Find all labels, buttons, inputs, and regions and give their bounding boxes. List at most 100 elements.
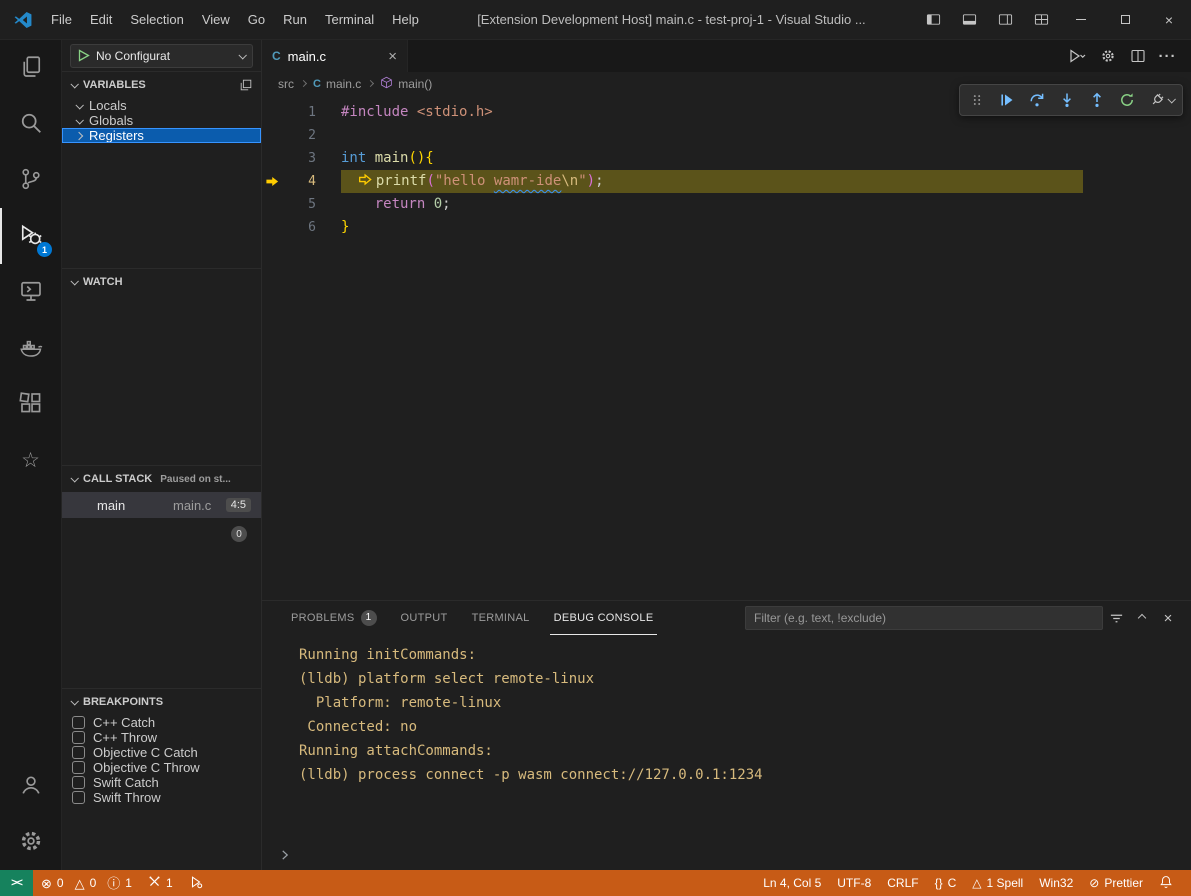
breakpoint-checkbox[interactable] bbox=[72, 731, 85, 744]
toggle-secondary-sidebar-icon[interactable] bbox=[987, 0, 1023, 39]
tab-close-icon[interactable]: × bbox=[388, 49, 397, 64]
cursor-position[interactable]: Ln 4, Col 5 bbox=[755, 870, 829, 896]
toolbar-drag-handle[interactable] bbox=[962, 86, 992, 114]
pause-status: Paused on st... bbox=[160, 474, 231, 485]
maximize-panel-icon[interactable] bbox=[1129, 605, 1155, 631]
variables-header[interactable]: VARIABLES bbox=[62, 72, 261, 98]
breakpoint-checkbox[interactable] bbox=[72, 746, 85, 759]
breakpoint-item[interactable]: C++ Throw bbox=[62, 730, 261, 745]
menu-terminal[interactable]: Terminal bbox=[316, 0, 383, 39]
formatter-status[interactable]: ⊘ Prettier bbox=[1081, 870, 1151, 896]
variables-group-globals[interactable]: Globals bbox=[62, 113, 261, 128]
start-debug-icon[interactable] bbox=[78, 49, 90, 62]
menu-run[interactable]: Run bbox=[274, 0, 316, 39]
step-into-button[interactable] bbox=[1052, 86, 1082, 114]
step-out-button[interactable] bbox=[1082, 86, 1112, 114]
circle-slash-icon: ⊘ bbox=[1089, 877, 1099, 889]
close-button[interactable]: × bbox=[1147, 0, 1191, 39]
toggle-sidebar-icon[interactable] bbox=[915, 0, 951, 39]
variables-group-registers[interactable]: Registers bbox=[62, 128, 261, 143]
settings-button[interactable] bbox=[0, 814, 61, 870]
debug-settings-gear-icon[interactable] bbox=[1094, 40, 1121, 72]
step-over-button[interactable] bbox=[1022, 86, 1052, 114]
panel-tab-problems[interactable]: PROBLEMS1 bbox=[287, 601, 381, 635]
restart-button[interactable] bbox=[1112, 86, 1142, 114]
maximize-button[interactable] bbox=[1103, 0, 1147, 39]
menu-help[interactable]: Help bbox=[383, 0, 428, 39]
breakpoint-item[interactable]: Swift Catch bbox=[62, 775, 261, 790]
call-stack-frame[interactable]: main main.c 4:5 bbox=[62, 492, 261, 518]
platform-indicator[interactable]: Win32 bbox=[1031, 870, 1081, 896]
menu-bar: FileEditSelectionViewGoRunTerminalHelp bbox=[42, 0, 428, 39]
debug-console-output[interactable]: Running initCommands:(lldb) platform sel… bbox=[262, 635, 1191, 842]
panel-tab-label: PROBLEMS bbox=[291, 612, 355, 624]
watch-header[interactable]: WATCH bbox=[62, 269, 261, 295]
breakpoint-item[interactable]: Objective C Catch bbox=[62, 745, 261, 760]
menu-view[interactable]: View bbox=[193, 0, 239, 39]
sidebar-item-remote-explorer[interactable] bbox=[0, 264, 61, 320]
sidebar-item-star[interactable]: ☆ bbox=[0, 432, 61, 488]
notifications-bell[interactable] bbox=[1151, 870, 1181, 896]
breakpoint-item[interactable]: Swift Throw bbox=[62, 790, 261, 805]
breadcrumb-symbol[interactable]: main() bbox=[398, 77, 432, 91]
menu-selection[interactable]: Selection bbox=[121, 0, 192, 39]
sidebar-item-search[interactable] bbox=[0, 96, 61, 152]
console-filter-input[interactable] bbox=[745, 606, 1103, 630]
sidebar-item-extensions[interactable] bbox=[0, 376, 61, 432]
split-editor-icon[interactable] bbox=[1124, 40, 1151, 72]
panel-tab-terminal[interactable]: TERMINAL bbox=[468, 601, 534, 635]
breadcrumb-folder[interactable]: src bbox=[278, 77, 294, 91]
breakpoint-item[interactable]: Objective C Throw bbox=[62, 760, 261, 775]
minimize-button[interactable] bbox=[1059, 0, 1103, 39]
spell-checker-status[interactable]: △ 1 Spell bbox=[964, 870, 1031, 896]
sidebar-item-docker[interactable] bbox=[0, 320, 61, 376]
filter-icon[interactable] bbox=[1103, 605, 1129, 631]
encoding-indicator[interactable]: UTF-8 bbox=[829, 870, 879, 896]
panel-tab-debug-console[interactable]: DEBUG CONSOLE bbox=[550, 601, 658, 635]
tab-main-c[interactable]: C main.c × bbox=[262, 40, 408, 72]
remote-explorer-icon bbox=[19, 279, 43, 306]
open-panel-icon[interactable] bbox=[239, 78, 253, 92]
menu-edit[interactable]: Edit bbox=[81, 0, 121, 39]
breadcrumb-file[interactable]: main.c bbox=[326, 77, 361, 91]
language-indicator[interactable]: {} C bbox=[927, 870, 965, 896]
toggle-panel-icon[interactable] bbox=[951, 0, 987, 39]
menu-file[interactable]: File bbox=[42, 0, 81, 39]
remote-indicator[interactable]: >< bbox=[0, 870, 33, 896]
console-line: Connected: no bbox=[299, 715, 1191, 739]
code-editor[interactable]: 1#include <stdio.h>23int main(){4 printf… bbox=[262, 95, 1191, 600]
breakpoint-checkbox[interactable] bbox=[72, 716, 85, 729]
run-or-debug-button[interactable] bbox=[1064, 40, 1091, 72]
accounts-button[interactable] bbox=[0, 758, 61, 814]
activity-bar: 1 ☆ bbox=[0, 40, 62, 870]
problems-status[interactable]: ⊗0 △0 ⓘ1 bbox=[33, 870, 140, 896]
sidebar-item-explorer[interactable] bbox=[0, 40, 61, 96]
breakpoint-checkbox[interactable] bbox=[72, 776, 85, 789]
debug-config-dropdown[interactable]: No Configurat bbox=[70, 44, 253, 68]
search-icon bbox=[19, 111, 43, 138]
vscode-logo-icon bbox=[14, 11, 32, 29]
error-icon: ⊗ bbox=[41, 877, 52, 890]
more-actions-icon[interactable]: ··· bbox=[1154, 40, 1181, 72]
eol-indicator[interactable]: CRLF bbox=[879, 870, 926, 896]
sidebar-item-run-and-debug[interactable]: 1 bbox=[0, 208, 61, 264]
variables-group-locals[interactable]: Locals bbox=[62, 98, 261, 113]
customize-layout-icon[interactable] bbox=[1023, 0, 1059, 39]
breakpoints-header[interactable]: BREAKPOINTS bbox=[62, 689, 261, 715]
sidebar-item-source-control[interactable] bbox=[0, 152, 61, 208]
panel-tab-output[interactable]: OUTPUT bbox=[397, 601, 452, 635]
breakpoint-checkbox[interactable] bbox=[72, 761, 85, 774]
toolchain-status[interactable]: 1 bbox=[140, 870, 181, 896]
panel-tab-label: OUTPUT bbox=[401, 612, 448, 624]
continue-button[interactable] bbox=[992, 86, 1022, 114]
debug-console-input[interactable] bbox=[262, 842, 1191, 870]
call-stack-header[interactable]: CALL STACK Paused on st... bbox=[62, 466, 261, 492]
breakpoint-item[interactable]: C++ Catch bbox=[62, 715, 261, 730]
close-panel-icon[interactable]: × bbox=[1155, 605, 1181, 631]
menu-go[interactable]: Go bbox=[239, 0, 274, 39]
debug-status[interactable] bbox=[181, 870, 211, 896]
breakpoint-checkbox[interactable] bbox=[72, 791, 85, 804]
line-number: 4 bbox=[284, 170, 316, 193]
chevron-down-icon bbox=[75, 116, 83, 124]
disconnect-button[interactable] bbox=[1142, 86, 1180, 114]
